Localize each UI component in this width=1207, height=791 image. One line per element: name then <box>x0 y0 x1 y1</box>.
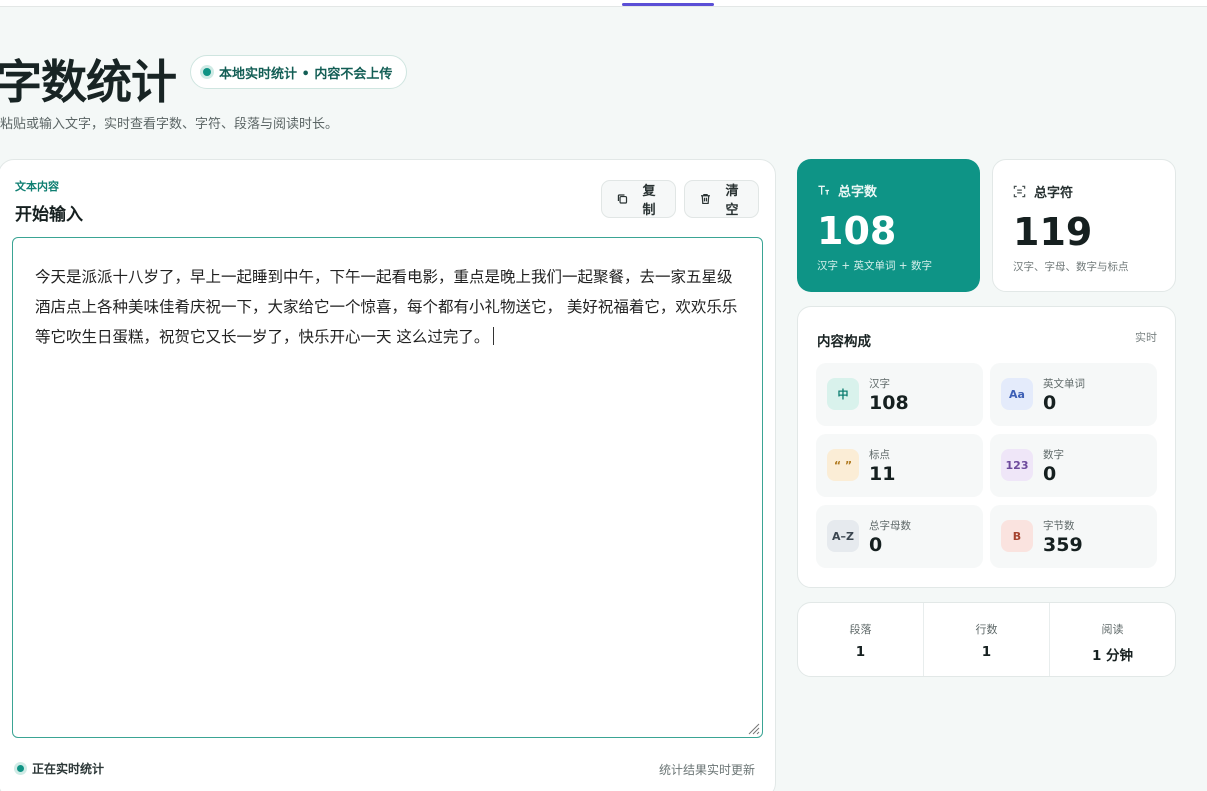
clear-button-label: 清空 <box>725 183 739 217</box>
stat-tile-label: 英文单词 <box>1043 378 1085 390</box>
stat-tile-value: 108 <box>869 392 909 414</box>
quote-icon: “ ” <box>827 449 859 481</box>
letters-icon: Aa <box>1001 378 1033 410</box>
composition-card: 内容构成 实时 中 汉字 108 Aa 英文单词 0 “ ” 标点 11 123… <box>797 306 1176 588</box>
stat-tile-value: 11 <box>869 463 896 485</box>
page-subtitle: 粘贴或输入文字，实时查看字数、字符、段落与阅读时长。 <box>0 117 339 132</box>
live-dot-icon <box>17 765 24 772</box>
scan-text-icon <box>1013 185 1026 198</box>
total-words-value: 108 <box>817 209 897 253</box>
editor-eyebrow: 文本内容 <box>15 180 59 193</box>
alphabet-icon: A–Z <box>827 520 859 552</box>
stat-tile-label: 汉字 <box>869 378 890 390</box>
total-chars-header: 总字符 <box>1013 182 1073 201</box>
meta-value: 1 <box>981 644 992 660</box>
copy-button[interactable]: 复制 <box>601 180 676 218</box>
total-chars-caption: 汉字、字母、数字与标点 <box>1013 261 1129 273</box>
stat-tile-label: 字节数 <box>1043 520 1075 532</box>
composition-title: 内容构成 <box>817 334 871 350</box>
editor-card: 文本内容 开始输入 复制 清空 今天是派派十八岁了，早上一起睡到中午，下午一起看… <box>0 159 776 791</box>
stat-tile-value: 0 <box>869 534 883 556</box>
privacy-badge: 本地实时统计 • 内容不会上传 <box>190 55 408 89</box>
live-status-note: 统计结果实时更新 <box>659 763 756 777</box>
live-status-label: 正在实时统计 <box>32 762 105 776</box>
stat-tile-bytes: B 字节数 359 <box>990 505 1157 568</box>
meta-label: 行数 <box>975 623 998 636</box>
stat-tile-english-words: Aa 英文单词 0 <box>990 363 1157 426</box>
total-words-header: 总字数 <box>817 181 877 200</box>
stat-tile-label: 总字母数 <box>869 520 911 532</box>
meta-value: 1 <box>855 644 866 660</box>
active-tab-indicator <box>622 3 714 6</box>
meta-lines: 行数 1 <box>923 603 1049 676</box>
copy-button-label: 复制 <box>642 183 656 217</box>
page-title: 字数统计 <box>0 55 177 109</box>
resize-handle-icon[interactable] <box>746 721 760 735</box>
total-chars-card: 总字符 119 汉字、字母、数字与标点 <box>992 159 1176 292</box>
text-caret <box>493 327 495 345</box>
copy-icon <box>617 194 628 204</box>
stat-tile-hanzi: 中 汉字 108 <box>816 363 983 426</box>
stat-tile-punctuation: “ ” 标点 11 <box>816 434 983 497</box>
meta-reading-time: 阅读 1 分钟 <box>1049 603 1175 676</box>
text-input[interactable]: 今天是派派十八岁了，早上一起睡到中午，下午一起看电影，重点是晚上我们一起聚餐，去… <box>12 237 763 738</box>
clear-button[interactable]: 清空 <box>684 180 759 218</box>
stat-tile-label: 标点 <box>869 449 890 461</box>
privacy-badge-label: 本地实时统计 • 内容不会上传 <box>219 66 393 82</box>
total-words-card: 总字数 108 汉字 + 英文单词 + 数字 <box>797 159 980 292</box>
meta-value: 1 分钟 <box>1091 648 1134 664</box>
top-bar <box>0 0 1207 7</box>
total-words-label: 总字数 <box>838 185 878 200</box>
stat-tile-digits: 123 数字 0 <box>990 434 1157 497</box>
stat-tile-value: 359 <box>1043 534 1083 556</box>
meta-label: 阅读 <box>1101 623 1124 636</box>
live-status: 正在实时统计 <box>17 760 104 777</box>
stat-tile-letters: A–Z 总字母数 0 <box>816 505 983 568</box>
trash-icon <box>701 193 710 205</box>
text-size-icon <box>818 185 830 195</box>
hanzi-icon: 中 <box>827 378 859 410</box>
text-input-content: 今天是派派十八岁了，早上一起睡到中午，下午一起看电影，重点是晚上我们一起聚餐，去… <box>35 268 738 346</box>
meta-card: 段落 1 行数 1 阅读 1 分钟 <box>797 602 1176 677</box>
composition-tag: 实时 <box>1135 331 1157 344</box>
meta-label: 段落 <box>849 623 872 636</box>
total-words-caption: 汉字 + 英文单词 + 数字 <box>817 260 932 272</box>
status-dot-icon <box>203 68 211 76</box>
total-chars-label: 总字符 <box>1034 186 1074 201</box>
stat-tile-value: 0 <box>1043 463 1057 485</box>
meta-paragraphs: 段落 1 <box>798 603 923 676</box>
byte-icon: B <box>1001 520 1033 552</box>
stat-tile-label: 数字 <box>1043 449 1064 461</box>
total-chars-value: 119 <box>1013 210 1093 254</box>
numbers-icon: 123 <box>1001 449 1033 481</box>
stat-tile-value: 0 <box>1043 392 1057 414</box>
editor-heading: 开始输入 <box>15 205 83 225</box>
